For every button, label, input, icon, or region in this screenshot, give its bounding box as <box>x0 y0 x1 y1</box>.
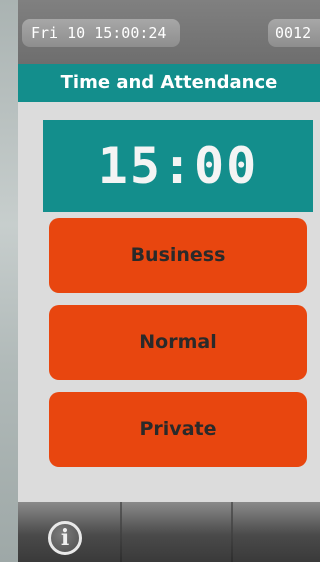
clock-display: 15:00 <box>43 120 313 212</box>
normal-button[interactable]: Normal <box>49 305 307 380</box>
toolbar-slot-3[interactable] <box>233 502 320 562</box>
terminal-screen: Fri 10 15:00:24 0012 Time and Attendance… <box>18 0 320 562</box>
background-backdrop <box>0 0 20 562</box>
info-button[interactable]: i <box>48 521 82 555</box>
page-title: Time and Attendance <box>18 64 320 102</box>
toolbar-slot-2[interactable] <box>122 502 231 562</box>
counter-display: 0012 <box>268 19 320 47</box>
bottom-toolbar: i <box>18 502 320 562</box>
main-content: 15:00 Business Normal Private <box>18 102 320 502</box>
status-bar: Fri 10 15:00:24 0012 <box>18 0 320 64</box>
private-button[interactable]: Private <box>49 392 307 467</box>
business-button[interactable]: Business <box>49 218 307 293</box>
datetime-display: Fri 10 15:00:24 <box>22 19 180 47</box>
info-icon: i <box>60 525 70 551</box>
